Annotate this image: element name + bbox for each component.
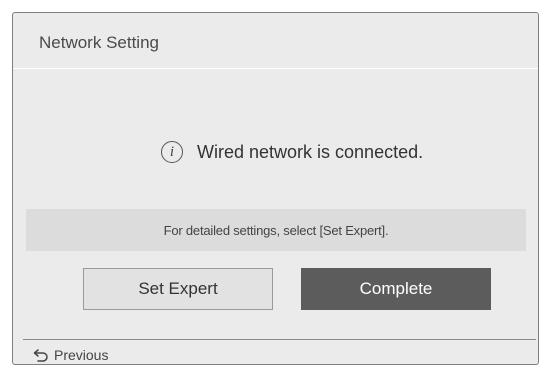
complete-button[interactable]: Complete (301, 268, 491, 310)
dialog-title: Network Setting (39, 33, 159, 52)
previous-button[interactable]: Previous (33, 347, 108, 363)
set-expert-button[interactable]: Set Expert (83, 268, 273, 310)
connection-status: i Wired network is connected. (161, 139, 423, 165)
title-divider (13, 68, 538, 69)
footer-divider (23, 339, 536, 340)
previous-label: Previous (54, 347, 109, 363)
info-icon: i (161, 141, 183, 163)
status-message: Wired network is connected. (197, 141, 424, 162)
hint-band: For detailed settings, select [Set Exper… (26, 209, 526, 251)
hint-text: For detailed settings, select [Set Exper… (163, 222, 389, 238)
network-setting-dialog: Network Setting i Wired network is conne… (12, 12, 539, 365)
back-arrow-icon (33, 349, 48, 362)
